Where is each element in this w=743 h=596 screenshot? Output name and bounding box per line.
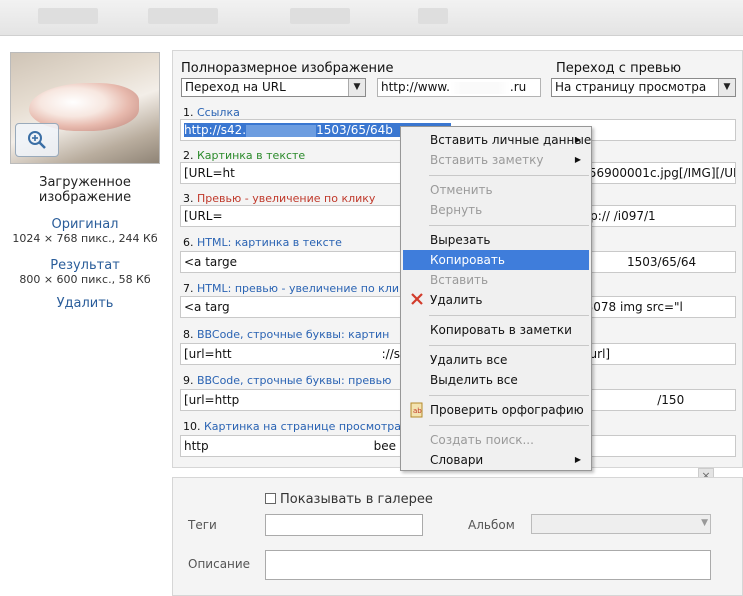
- submenu-arrow-icon: ▶: [574, 455, 581, 464]
- original-size: 1024 × 768 пикс., 244 Кб: [12, 232, 158, 245]
- gallery-checkbox-label: Показывать в галерее: [280, 492, 433, 507]
- menu-copy[interactable]: Копировать: [403, 250, 589, 270]
- field-label-6: 6. HTML: картинка в тексте: [183, 236, 342, 249]
- field-label-1: 1. Ссылка: [183, 106, 240, 119]
- image-settings-form: Показывать в галерее Теги Альбом ▼ Описа…: [172, 477, 743, 596]
- menu-paste: Вставить: [430, 273, 489, 287]
- spellcheck-icon: ab: [409, 402, 425, 418]
- preview-select[interactable]: На страницу просмотра ▼: [551, 78, 736, 97]
- menu-undo: Отменить: [430, 183, 493, 197]
- menu-delete[interactable]: Удалить: [403, 290, 589, 310]
- fullsize-select[interactable]: Переход на URL ▼: [181, 78, 366, 97]
- fullsize-label: Полноразмерное изображение: [181, 61, 394, 76]
- album-label: Альбом: [468, 518, 515, 532]
- fullsize-select-value: Переход на URL: [185, 80, 286, 94]
- menu-separator: [429, 395, 589, 396]
- context-menu: Вставить личные данные ▶ Вставить заметку…: [400, 126, 592, 471]
- menu-separator: [429, 315, 589, 316]
- description-textarea[interactable]: [265, 550, 711, 580]
- tags-input[interactable]: [265, 514, 423, 536]
- result-link[interactable]: Результат: [0, 258, 170, 273]
- menu-insert-note: Вставить заметку ▶: [403, 150, 589, 170]
- menu-redo: Вернуть: [430, 203, 483, 217]
- menu-separator: [429, 175, 589, 176]
- delete-link[interactable]: Удалить: [0, 296, 170, 311]
- chevron-down-icon: ▼: [718, 79, 735, 96]
- top-navigation-bar: [0, 0, 743, 36]
- menu-insert-personal-data[interactable]: Вставить личные данные ▶: [403, 130, 591, 150]
- preview-select-value: На страницу просмотра: [555, 80, 707, 94]
- tags-label: Теги: [188, 518, 217, 532]
- svg-text:ab: ab: [413, 407, 422, 415]
- field-label-2: 2. Картинка в тексте: [183, 149, 306, 162]
- menu-delete-all[interactable]: Удалить все: [403, 350, 589, 370]
- loaded-image-title: Загруженное изображение: [38, 175, 132, 205]
- menu-create-search: Создать поиск...: [430, 433, 534, 447]
- uploaded-image-thumbnail[interactable]: [10, 52, 160, 164]
- result-size: 800 × 600 пикс., 58 Кб: [19, 273, 151, 286]
- image-info-panel: Загруженное изображение Оригинал 1024 × …: [0, 175, 170, 311]
- chevron-down-icon: ▼: [348, 79, 365, 96]
- gallery-checkbox[interactable]: [265, 493, 276, 504]
- nav-tab-3[interactable]: [290, 8, 350, 24]
- preview-label: Переход с превью: [556, 61, 682, 76]
- url-input[interactable]: http://www. .ru: [377, 78, 541, 97]
- menu-separator: [429, 225, 589, 226]
- gallery-option[interactable]: Показывать в галерее: [265, 492, 433, 507]
- menu-separator: [429, 425, 589, 426]
- field-label-3: 3. Превью - увеличение по клику: [183, 192, 376, 205]
- album-select[interactable]: ▼: [531, 514, 711, 534]
- menu-cut[interactable]: Вырезать: [403, 230, 589, 250]
- menu-select-all[interactable]: Выделить все: [403, 370, 589, 390]
- red-x-delete-icon: [409, 292, 425, 308]
- submenu-arrow-icon: ▶: [574, 155, 581, 164]
- nav-tab-2[interactable]: [148, 8, 218, 24]
- magnifier-zoom-icon[interactable]: [15, 123, 59, 157]
- nav-tab-4[interactable]: [418, 8, 448, 24]
- field-label-9: 9. BBCode, строчные буквы: превью: [183, 374, 392, 387]
- url-input-tail: .ru: [509, 80, 527, 94]
- description-label: Описание: [188, 557, 251, 571]
- original-link[interactable]: Оригинал: [0, 217, 170, 232]
- menu-dictionaries[interactable]: Словари ▶: [403, 450, 589, 470]
- field-label-10: 10. Картинка на странице просмотра: [183, 420, 401, 433]
- field-label-8: 8. BBCode, строчные буквы: картин: [183, 328, 390, 341]
- url-input-value: http://www.: [381, 80, 450, 94]
- menu-spellcheck[interactable]: ab Проверить орфографию: [403, 400, 589, 420]
- nav-tab-1[interactable]: [38, 8, 98, 24]
- menu-separator: [429, 345, 589, 346]
- field-label-7: 7. HTML: превью - увеличение по кли: [183, 282, 399, 295]
- menu-copy-to-notes[interactable]: Копировать в заметки: [403, 320, 589, 340]
- submenu-arrow-icon: ▶: [574, 135, 581, 144]
- chevron-down-icon: ▼: [701, 518, 708, 528]
